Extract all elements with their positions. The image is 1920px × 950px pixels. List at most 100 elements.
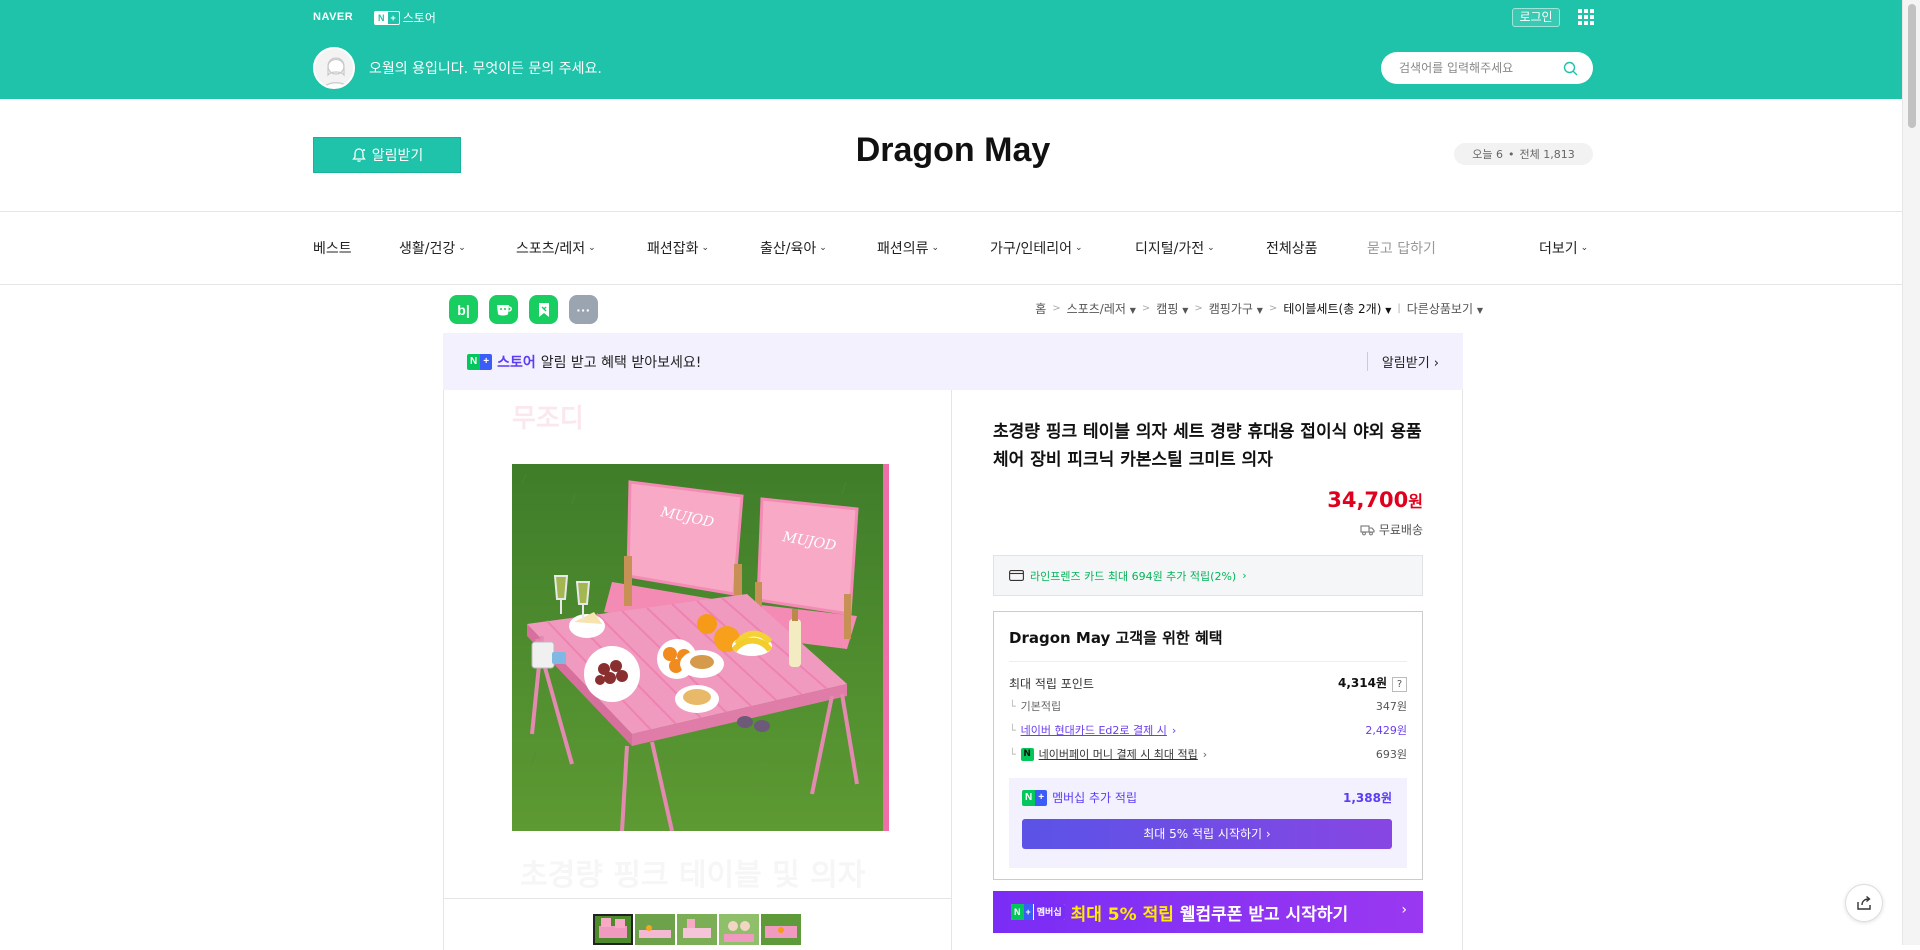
breadcrumb-home[interactable]: 홈 (1035, 300, 1046, 317)
naver-plus-membership-badge: N + 멤버십 (1011, 904, 1065, 920)
nav-more-button[interactable]: 더보기 ⌄ (1539, 238, 1588, 258)
promo-store-label: 스토어 (497, 355, 536, 371)
credit-card-icon (1009, 570, 1024, 581)
chevron-down-icon: ⌄ (1580, 243, 1589, 253)
product-main-image[interactable]: MUJOD MUJOD (512, 464, 889, 831)
membership-coupon-banner[interactable]: N + 멤버십 최대 5% 적립 웰컴쿠폰 받고 시작하기 › (993, 891, 1423, 933)
caret-down-icon: ▼ (1256, 306, 1263, 315)
more-dots-icon[interactable]: ··· (569, 295, 598, 324)
thumbnail-2[interactable] (635, 914, 675, 945)
nav-label: 생활/건강 (399, 241, 456, 257)
nav-item-digital[interactable]: 디지털/가전 ⌄ (1135, 238, 1215, 258)
search-icon[interactable] (1563, 61, 1578, 76)
chevron-down-icon: ⌄ (1207, 243, 1215, 253)
membership-value: 1,388원 (1343, 791, 1392, 805)
card-points-link[interactable]: 네이버 현대카드 Ed2로 결제 시 (1021, 722, 1167, 738)
product-title: 초경량 핑크 테이블 의자 세트 경량 휴대용 접이식 야외 용품 체어 장비 … (993, 422, 1422, 470)
breadcrumb-label: 캠핑 (1156, 302, 1179, 316)
breadcrumb-cat3[interactable]: 캠핑가구 ▼ (1209, 300, 1263, 317)
bell-icon (351, 148, 366, 162)
nav-item-sports[interactable]: 스포츠/레저 ⌄ (516, 238, 596, 258)
apps-grid-icon[interactable] (1578, 9, 1594, 25)
nav-item-qna[interactable]: 묻고 답하기 (1367, 238, 1436, 258)
max-points-value: 4,314원 (1338, 676, 1387, 690)
nav-divider (0, 284, 1902, 285)
nav-label: 스포츠/레저 (516, 241, 586, 257)
thumbnail-4[interactable] (719, 914, 759, 945)
breadcrumb-separator: > (1052, 303, 1061, 314)
breadcrumb-label: 스포츠/레저 (1066, 302, 1126, 316)
card-benefit-banner[interactable]: 라인프렌즈 카드 최대 694원 추가 적립(2%) › (993, 555, 1423, 596)
thumbnail-5[interactable] (761, 914, 801, 945)
nav-item-accessories[interactable]: 패션잡화 ⌄ (647, 238, 709, 258)
notify-button[interactable]: 알림받기 (313, 137, 461, 173)
nav-item-all-products[interactable]: 전체상품 (1266, 238, 1318, 258)
bookmark-icon[interactable] (529, 295, 558, 324)
store-title[interactable]: Dragon May (700, 131, 1206, 170)
npay-icon: N (1020, 747, 1034, 761)
nav-item-baby[interactable]: 출산/육아 ⌄ (760, 238, 827, 258)
chevron-down-icon: ⌄ (931, 243, 940, 253)
membership-row: N + 멤버십 추가 적립 1,388원 (1022, 789, 1392, 806)
row-label: └ 네이버 현대카드 Ed2로 결제 시 › (1009, 722, 1177, 738)
thumbnail-strip (593, 914, 801, 945)
chevron-right-icon: › (1401, 902, 1407, 918)
help-icon[interactable]: ? (1392, 677, 1407, 692)
breadcrumb-cat2[interactable]: 캠핑 ▼ (1156, 300, 1188, 317)
breadcrumb-cat1[interactable]: 스포츠/레저 ▼ (1067, 300, 1136, 317)
thumbnail-1[interactable] (593, 914, 633, 945)
naver-plus-badge: N + (467, 354, 493, 370)
naver-store-link[interactable]: N + 스토어 (374, 9, 436, 26)
chevron-down-icon: ⌄ (458, 243, 466, 253)
points-row-npay: └ N 네이버페이 머니 결제 시 최대 적립 › 693원 (1009, 746, 1407, 762)
promo-text: 알림 받고 혜택 받아보세요! (540, 355, 702, 371)
row-label: └ N 네이버페이 머니 결제 시 최대 적립 › (1009, 746, 1208, 762)
chevron-right-icon: › (1433, 356, 1439, 371)
thumbnail-3[interactable] (677, 914, 717, 945)
visits-today: 오늘 6 (1472, 148, 1503, 161)
login-button[interactable]: 로그인 (1512, 8, 1560, 27)
breadcrumb-separator: | (1397, 303, 1401, 314)
naver-plus-badge: N + (1022, 789, 1048, 806)
promo-action-label: 알림받기 (1381, 356, 1430, 371)
membership-start-button[interactable]: 최대 5% 적립 시작하기 › (1022, 819, 1392, 849)
benefits-title: Dragon May 고객을 위한 혜택 (1009, 629, 1223, 647)
page-scrollbar[interactable] (1902, 0, 1920, 945)
store-link-label: 스토어 (402, 11, 436, 25)
card-benefit-text: 라인프렌즈 카드 최대 694원 추가 적립(2%) (1030, 569, 1237, 583)
promo-notify-link[interactable]: 알림받기 › (1366, 352, 1439, 371)
nav-more-label: 더보기 (1539, 241, 1578, 257)
breadcrumb-label: 다른상품보기 (1406, 302, 1474, 316)
benefits-divider (1009, 661, 1407, 662)
breadcrumb-label: 테이블세트(총 2개) (1283, 302, 1382, 316)
nav-label: 전체상품 (1266, 241, 1318, 257)
blog-icon[interactable]: b| (449, 295, 478, 324)
nav-label: 베스트 (313, 241, 352, 257)
notify-button-label: 알림받기 (371, 148, 424, 164)
row-value: 347원 (1375, 700, 1407, 713)
price-unit: 원 (1408, 492, 1423, 511)
nav-item-furniture[interactable]: 가구/인테리어 ⌄ (990, 238, 1083, 258)
faint-caption-watermark: 초경량 핑크 테이블 및 의자 (520, 858, 866, 893)
shipping-label: 무료배송 (1378, 523, 1423, 537)
search-input[interactable] (1399, 59, 1559, 77)
row-label-text: 기본적립 (1020, 700, 1062, 713)
talk-icon[interactable] (489, 295, 518, 324)
membership-box: N + 멤버십 추가 적립 1,388원 최대 5% 적립 시작하기 › (1009, 778, 1407, 868)
naver-logo[interactable]: NAVER (313, 11, 353, 23)
scrollbar-thumb[interactable] (1908, 4, 1916, 128)
breadcrumb-separator: > (1268, 303, 1278, 314)
shipping-info: 무료배송 (1340, 521, 1423, 538)
nav-item-clothing[interactable]: 패션의류 ⌄ (877, 238, 939, 258)
other-products-link[interactable]: 다른상품보기 ▼ (1407, 300, 1483, 317)
breadcrumb-cat4[interactable]: 테이블세트(총 2개) ▼ (1283, 300, 1391, 317)
nav-item-living[interactable]: 생활/건강 ⌄ (399, 238, 466, 258)
npay-points-link[interactable]: 네이버페이 머니 결제 시 최대 적립 (1039, 746, 1198, 762)
nav-item-best[interactable]: 베스트 (313, 238, 352, 258)
chevron-down-icon: ⌄ (1075, 243, 1083, 253)
share-button[interactable] (1845, 884, 1883, 922)
banner-highlight: 최대 5% 적립 (1070, 904, 1174, 925)
more-dots-text: ··· (576, 301, 591, 318)
truck-icon (1360, 524, 1375, 535)
header-divider (0, 211, 1902, 212)
